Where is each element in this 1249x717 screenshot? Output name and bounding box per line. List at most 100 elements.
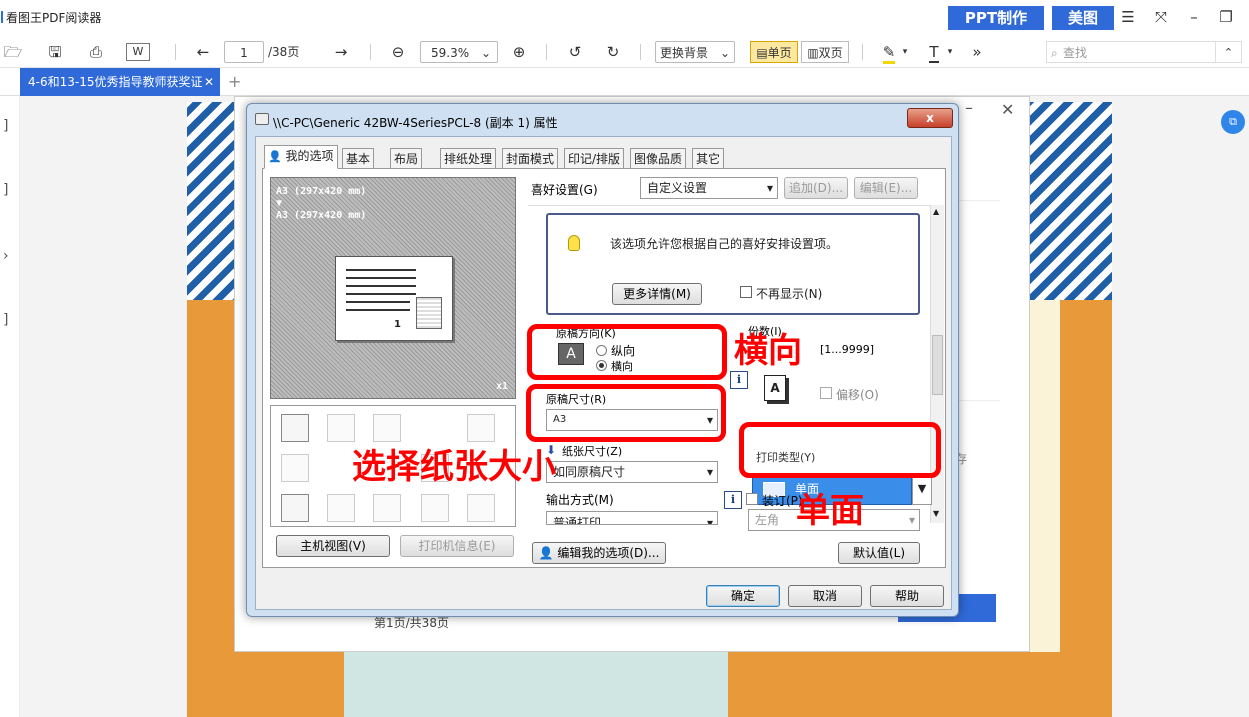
info-icon[interactable]: i: [730, 371, 748, 389]
tab-layout[interactable]: 布局: [390, 148, 423, 168]
double-page-button[interactable]: ▥双页: [801, 41, 849, 63]
rotate-right-icon[interactable]: ↻: [602, 41, 624, 63]
annotation-box-original-size: [526, 384, 726, 442]
lightbulb-icon: [568, 235, 580, 251]
output-method-label: 输出方式(M): [546, 493, 614, 507]
watermark-icon: [421, 494, 449, 522]
info-icon[interactable]: i: [724, 491, 742, 509]
annotation-paper-size: 选择纸张大小: [352, 447, 556, 487]
double-page-label: 双页: [818, 46, 843, 60]
secure-print-icon[interactable]: [281, 494, 309, 522]
zoom-in-icon[interactable]: ⊕: [508, 41, 530, 63]
user-icon: 👤: [538, 546, 554, 560]
cancel-button[interactable]: 取消: [788, 585, 862, 607]
output-method-select[interactable]: 普通打印: [546, 511, 718, 525]
next-page-icon[interactable]: →: [330, 41, 352, 63]
restore-icon[interactable]: ❐: [1216, 8, 1236, 28]
paper-size-select[interactable]: 如同原稿尺寸: [546, 461, 718, 483]
tab-document[interactable]: 4-6和13-15优秀指导教师获奖证 ✕: [20, 68, 220, 96]
more-details-button[interactable]: 更多详情(M): [612, 283, 702, 305]
tab-cover-mode[interactable]: 封面模式: [502, 148, 559, 168]
floating-tool-icon[interactable]: ⧉: [1221, 110, 1245, 134]
favorite-label: 喜好设置(G): [531, 183, 598, 197]
background-close-icon[interactable]: ✕: [1001, 100, 1014, 119]
favorite-select[interactable]: 自定义设置: [640, 177, 778, 199]
toolbar-divider: [175, 44, 176, 60]
minimize-icon[interactable]: –: [1184, 8, 1204, 28]
host-view-button[interactable]: 主机视图(V): [276, 535, 390, 557]
fullscreen-icon[interactable]: ⤧: [1151, 8, 1171, 28]
ok-button[interactable]: 确定: [706, 585, 780, 607]
account-icon: [373, 494, 401, 522]
doc-icon: [281, 454, 309, 482]
menu-icon[interactable]: ☰: [1118, 8, 1138, 28]
prev-page-icon[interactable]: ←: [192, 41, 214, 63]
toolbar-divider: [862, 44, 863, 60]
tab-stamp-layout[interactable]: 印记/排版: [564, 148, 625, 168]
preview-sheet: 1: [335, 256, 453, 341]
scroll-thumb[interactable]: [932, 335, 943, 395]
add-tab-icon[interactable]: +: [228, 72, 241, 91]
dont-show-checkbox[interactable]: [740, 286, 752, 298]
zoom-select[interactable]: 59.3% ⌄: [420, 41, 498, 63]
sidebar-notes-icon[interactable]: ]: [3, 312, 8, 328]
tab-basic[interactable]: 基本: [342, 148, 375, 168]
open-folder-icon[interactable]: 🗁: [2, 41, 24, 63]
printer-icon: [255, 113, 269, 125]
search-placeholder: 查找: [1063, 46, 1088, 60]
add-favorite-button: 追加(D)...: [784, 177, 848, 199]
rotate-left-icon[interactable]: ↺: [564, 41, 586, 63]
output-tray-icon[interactable]: [281, 414, 309, 442]
dialog-close-button[interactable]: x: [907, 108, 953, 128]
tab-other[interactable]: 其它: [692, 148, 725, 168]
help-button[interactable]: 帮助: [870, 585, 944, 607]
search-icon: ⌕: [1051, 46, 1058, 60]
sidebar-thumbnail-icon[interactable]: ]: [3, 118, 8, 134]
text-dropdown-icon[interactable]: ▾: [945, 41, 955, 63]
save-icon[interactable]: 🖫: [44, 41, 66, 63]
copies-range: [1...9999]: [820, 343, 875, 356]
scroll-down-icon[interactable]: ▼: [933, 509, 939, 518]
preview-line: [346, 269, 416, 271]
page-number-input[interactable]: 1: [224, 41, 264, 63]
preview-line: [346, 285, 416, 287]
paper-size-label: 纸张尺寸(Z): [562, 445, 623, 458]
user-auth-icon: [327, 494, 355, 522]
tab-paper-handling[interactable]: 排纸处理: [440, 148, 497, 168]
tab-image-quality[interactable]: 图像品质: [630, 148, 687, 168]
edit-favorite-button: 编辑(E)...: [854, 177, 918, 199]
close-tab-icon[interactable]: ✕: [204, 68, 214, 96]
app-title: 看图王PDF阅读器: [0, 11, 102, 25]
change-background-select[interactable]: 更换背景 ⌄: [655, 41, 735, 63]
preview-line: [346, 277, 416, 279]
stack-icon: [467, 494, 495, 522]
edit-my-options-button[interactable]: 👤 编辑我的选项(D)...: [532, 542, 666, 564]
ppt-make-button[interactable]: PPT制作: [948, 6, 1044, 30]
toolbar-divider: [370, 44, 371, 60]
preview-source-size: A3 (297x420 mm): [276, 186, 367, 197]
sidebar-bookmark-icon[interactable]: ]: [3, 182, 8, 198]
binding-checkbox[interactable]: [746, 493, 758, 505]
single-page-button[interactable]: ▤单页: [750, 41, 798, 63]
zoom-value: 59.3%: [431, 46, 470, 60]
left-sidebar: ] ] › ]: [0, 96, 20, 717]
search-input[interactable]: ⌕ 查找: [1046, 41, 1216, 63]
highlighter-dropdown-icon[interactable]: ▾: [900, 41, 910, 63]
defaults-button[interactable]: 默认值(L): [838, 542, 920, 564]
meitu-button[interactable]: 美图: [1052, 6, 1114, 30]
scroll-up-icon[interactable]: ▲: [933, 207, 939, 216]
more-tools-icon[interactable]: »: [968, 41, 986, 63]
copies-stack-icon: A: [764, 375, 786, 401]
text-tool-icon[interactable]: T: [925, 41, 943, 63]
sidebar-expand-icon[interactable]: ›: [3, 248, 9, 264]
dialog-title: \\C-PC\Generic 42BW-4SeriesPCL-8 (副本 1) …: [273, 116, 558, 130]
user-icon: 👤: [268, 150, 282, 163]
info-box: 该选项允许您根据自己的喜好安排设置项。 更多详情(M) 不再显示(N): [546, 213, 920, 315]
print-icon[interactable]: ⎙: [85, 41, 107, 63]
convert-word-icon[interactable]: W: [126, 43, 150, 61]
background-minimize-icon[interactable]: –: [965, 98, 973, 117]
zoom-out-icon[interactable]: ⊖: [387, 41, 409, 63]
tab-my-options[interactable]: 👤 我的选项: [264, 145, 338, 169]
highlighter-icon[interactable]: ✎: [880, 41, 898, 64]
search-collapse-icon[interactable]: ⌃: [1216, 41, 1242, 63]
